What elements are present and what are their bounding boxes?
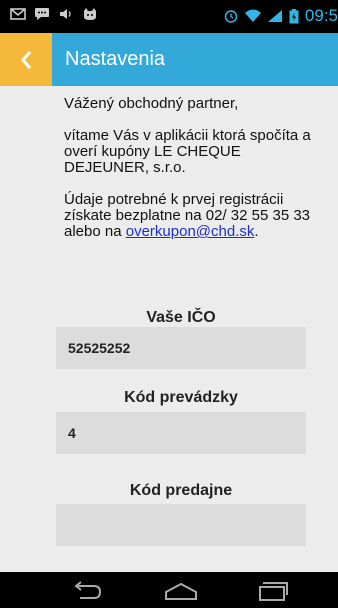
status-bar-notifications — [10, 7, 98, 21]
status-bar: 09:5 — [0, 0, 338, 33]
recents-nav-button[interactable] — [243, 578, 303, 604]
status-time: 09:5 — [304, 6, 338, 25]
intro-text: Vážený obchodný partner, vítame Vás v ap… — [64, 96, 314, 256]
mail-icon — [10, 8, 26, 20]
home-nav-button[interactable] — [151, 578, 211, 604]
prevadzka-input[interactable]: 4 — [56, 412, 306, 454]
back-nav-button[interactable] — [57, 578, 117, 604]
wifi-icon — [244, 9, 261, 22]
recents-nav-icon — [259, 582, 288, 601]
volume-icon — [60, 9, 71, 19]
settings-content[interactable]: Vážený obchodný partner, vítame Vás v ap… — [0, 86, 338, 572]
chevron-left-icon — [21, 50, 32, 69]
navigation-bar — [0, 572, 338, 608]
chat-icon — [35, 8, 49, 20]
status-bar-system: 09:5 — [223, 6, 338, 26]
cat-icon — [84, 8, 96, 20]
page-title: Nastavenia — [65, 48, 166, 70]
home-nav-icon — [165, 582, 197, 600]
signal-icon — [267, 10, 282, 22]
predajna-label: Kód predajne — [129, 482, 233, 499]
registration-period: . — [254, 223, 259, 240]
registration-text: Údaje potrebné k prvej registrácii získa… — [64, 192, 314, 240]
back-nav-icon — [74, 581, 102, 599]
greeting-text: Vážený obchodný partner, — [64, 95, 239, 112]
back-button[interactable] — [0, 33, 52, 86]
battery-icon — [289, 8, 299, 23]
welcome-text: vítame Vás v aplikácii ktorá spočíta a o… — [64, 127, 311, 176]
action-bar: Nastavenia — [0, 33, 338, 86]
ico-label: Vaše IČO — [146, 309, 216, 326]
email-link[interactable]: overkupon@chd.sk — [126, 223, 255, 240]
ico-input[interactable]: 52525252 — [56, 327, 306, 369]
prevadzka-label: Kód prevádzky — [124, 389, 238, 406]
predajna-input[interactable] — [56, 504, 306, 546]
alarm-icon — [224, 10, 238, 23]
